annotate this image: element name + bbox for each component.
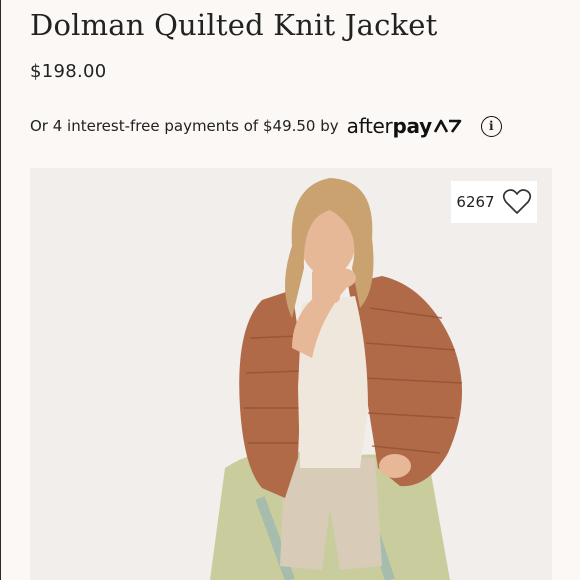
afterpay-arrows-icon — [433, 119, 462, 133]
left-border — [0, 0, 1, 580]
hand-chin — [328, 268, 356, 288]
afterpay-text: Or 4 interest-free payments of $49.50 by — [30, 117, 339, 135]
model-photo — [30, 168, 552, 580]
product-title: Dolman Quilted Knit Jacket — [30, 8, 438, 42]
afterpay-logo-light: after — [346, 114, 393, 138]
afterpay-installments: Or 4 interest-free payments of $49.50 by… — [30, 114, 502, 138]
afterpay-logo: after pay — [347, 114, 463, 138]
afterpay-logo-bold: pay — [392, 114, 432, 138]
product-image[interactable] — [30, 168, 552, 580]
product-price: $198.00 — [30, 61, 107, 82]
heart-outline-icon — [502, 189, 531, 214]
info-icon[interactable]: i — [480, 115, 502, 137]
like-count: 6267 — [456, 193, 495, 211]
hand-waist — [379, 454, 411, 478]
like-button[interactable]: 6267 — [451, 181, 537, 223]
